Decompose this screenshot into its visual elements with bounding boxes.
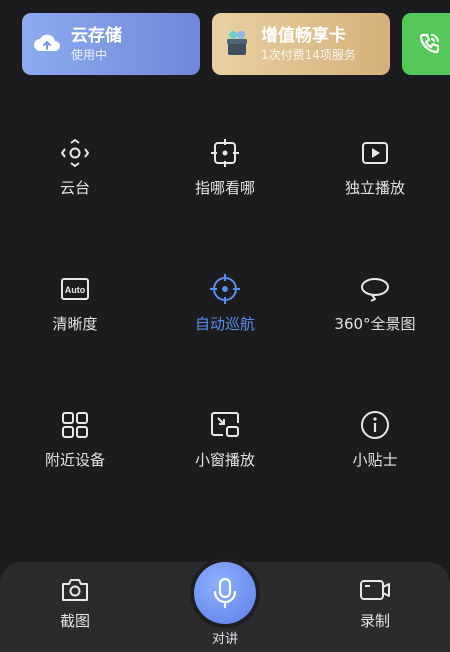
vip-card[interactable]: 增值畅享卡 1次付费14项服务 [212,13,390,75]
feature-panorama[interactable]: 360°全景图 [300,273,450,334]
feature-quality[interactable]: Auto 清晰度 [0,273,150,334]
panorama-icon [361,278,389,302]
feature-label: 云台 [59,179,90,197]
phone-icon [419,33,440,54]
screenshot-label: 截图 [59,612,90,630]
svg-text:Auto: Auto [65,285,86,295]
ptz-icon [61,139,89,167]
talk-button[interactable] [194,562,256,624]
vip-card-subtitle: 1次付费14项服务 [261,47,356,62]
talk-label: 对讲 [211,632,238,647]
cloud-upload-icon [34,34,60,51]
feature-ptz[interactable]: 云台 [0,137,150,198]
gift-box-icon [227,31,247,55]
feature-label: 小窗播放 [194,451,255,469]
pip-icon [211,412,239,437]
feature-label: 指哪看哪 [194,179,255,197]
screenshot-button[interactable]: 截图 [25,576,125,631]
feature-tips[interactable]: 小贴士 [300,409,450,470]
record-label: 录制 [359,612,390,630]
feature-auto-cruise[interactable]: 自动巡航 [150,273,300,334]
feature-independent-play[interactable]: 独立播放 [300,137,450,198]
target-icon [210,274,240,304]
cloud-card-title: 云存储 [71,25,122,46]
camera-icon [62,579,88,601]
feature-label: 附近设备 [44,451,105,469]
cloud-card-subtitle: 使用中 [71,47,108,62]
vip-card-title: 增值畅享卡 [261,25,346,46]
grid-icon [62,412,88,438]
call-card[interactable] [402,13,450,75]
feature-label: 小贴士 [352,451,398,469]
feature-label: 自动巡航 [194,315,255,333]
feature-nearby-devices[interactable]: 附近设备 [0,409,150,470]
microphone-icon [213,577,237,609]
feature-pip[interactable]: 小窗播放 [150,409,300,470]
cloud-storage-card[interactable]: 云存储 使用中 [22,13,200,75]
feature-label: 清晰度 [52,315,98,333]
crosshair-icon [211,139,239,167]
play-icon [362,142,388,164]
info-icon [361,411,389,439]
feature-point-to-look[interactable]: 指哪看哪 [150,137,300,198]
feature-label: 360°全景图 [334,315,416,333]
record-button[interactable]: 录制 [325,576,425,631]
feature-label: 独立播放 [344,179,405,197]
auto-quality-icon: Auto [61,278,89,300]
video-camera-icon [360,580,390,600]
